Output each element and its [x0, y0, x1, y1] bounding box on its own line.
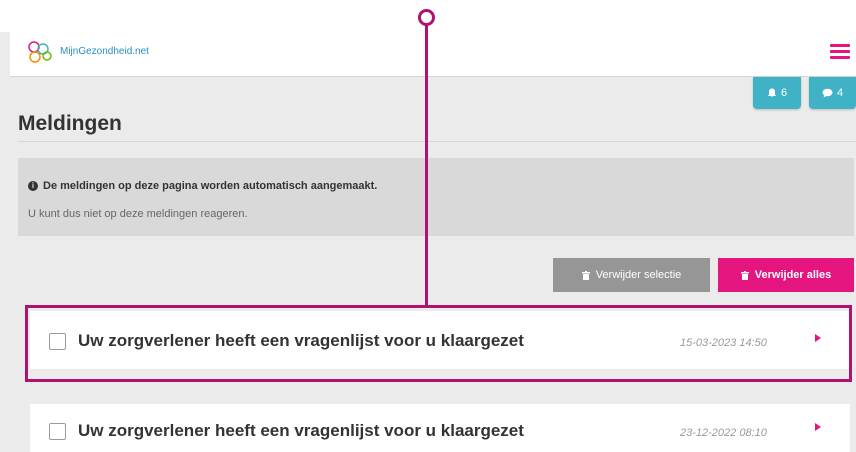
- trash-icon: [581, 270, 590, 280]
- info-message: De meldingen op deze pagina worden autom…: [43, 180, 378, 192]
- info-submessage: U kunt dus niet op deze meldingen reager…: [28, 208, 248, 220]
- page-title: Meldingen: [18, 112, 122, 135]
- messages-badge[interactable]: 4: [809, 77, 856, 109]
- title-divider: [18, 141, 856, 142]
- info-icon: i: [28, 181, 38, 191]
- delete-all-label: Verwijder alles: [754, 269, 832, 281]
- notification-text[interactable]: Uw zorgverlener heeft een vragenlijst vo…: [78, 421, 524, 441]
- messages-count: 4: [836, 87, 844, 99]
- info-box: i De meldingen op deze pagina worden aut…: [18, 158, 854, 236]
- bell-icon: [767, 88, 776, 98]
- delete-selection-button[interactable]: Verwijder selectie: [553, 258, 710, 292]
- notification-checkbox[interactable]: [49, 423, 66, 440]
- app-header: MijnGezondheid.net: [10, 30, 856, 77]
- menu-icon[interactable]: [830, 44, 850, 60]
- notification-item[interactable]: Uw zorgverlener heeft een vragenlijst vo…: [30, 404, 850, 452]
- delete-selection-label: Verwijder selectie: [595, 269, 682, 281]
- trash-icon: [740, 270, 749, 280]
- callout-highlight-box: [25, 305, 852, 382]
- callout-line: [425, 22, 428, 306]
- notification-date: 23-12-2022 08:10: [680, 427, 767, 439]
- notifications-count: 6: [780, 87, 788, 99]
- callout-dot: [418, 9, 435, 26]
- play-arrow-icon[interactable]: [815, 423, 821, 431]
- logo-icon[interactable]: [26, 40, 54, 64]
- notifications-badge[interactable]: 6: [753, 77, 801, 109]
- delete-all-button[interactable]: Verwijder alles: [718, 258, 854, 292]
- logo-text[interactable]: MijnGezondheid.net: [60, 46, 149, 57]
- chat-bubble-icon: [822, 88, 833, 98]
